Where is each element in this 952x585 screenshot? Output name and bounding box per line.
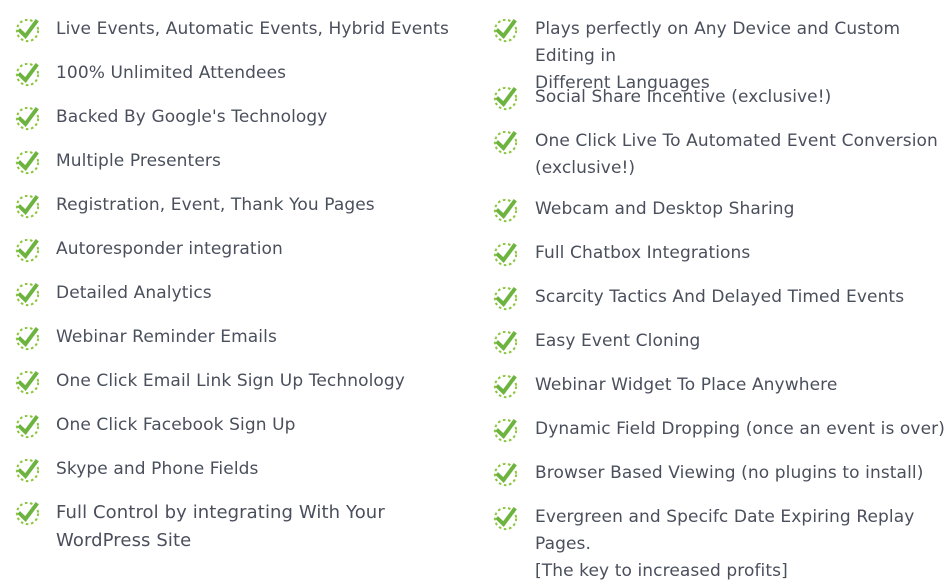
feature-item-label: Social Share Incentive (exclusive!)	[535, 87, 832, 107]
feature-item-label: Browser Based Viewing (no plugins to ins…	[535, 463, 924, 483]
feature-item: Full Chatbox Integrations	[492, 240, 750, 268]
green-check-dashed-circle-icon	[14, 457, 41, 484]
feature-item-label: Easy Event Cloning	[535, 331, 701, 351]
feature-item: Skype and Phone Fields	[14, 456, 259, 484]
feature-item-label: Webinar Reminder Emails	[56, 327, 277, 347]
feature-item-label: Backed By Google's Technology	[56, 107, 328, 127]
green-check-dashed-circle-icon	[492, 285, 519, 312]
feature-item-label: Live Events, Automatic Events, Hybrid Ev…	[56, 19, 449, 39]
green-check-dashed-circle-icon	[492, 85, 519, 112]
feature-item: Social Share Incentive (exclusive!)	[492, 84, 831, 112]
feature-item: Browser Based Viewing (no plugins to ins…	[492, 460, 923, 488]
feature-item-label: Scarcity Tactics And Delayed Timed Event…	[535, 287, 905, 307]
feature-item: Backed By Google's Technology	[14, 104, 327, 132]
green-check-dashed-circle-icon	[14, 413, 41, 440]
feature-item-label: 100% Unlimited Attendees	[56, 63, 287, 83]
feature-item: One Click Facebook Sign Up	[14, 412, 296, 440]
feature-item: Webcam and Desktop Sharing	[492, 196, 795, 224]
green-check-dashed-circle-icon	[492, 461, 519, 488]
green-check-dashed-circle-icon	[492, 417, 519, 444]
green-check-dashed-circle-icon	[14, 369, 41, 396]
feature-item-label: Webcam and Desktop Sharing	[535, 199, 795, 219]
feature-item-label: Detailed Analytics	[56, 283, 212, 303]
feature-item: Detailed Analytics	[14, 280, 212, 308]
feature-item: Webinar Widget To Place Anywhere	[492, 372, 837, 400]
green-check-dashed-circle-icon	[492, 129, 519, 156]
green-check-dashed-circle-icon	[492, 241, 519, 268]
feature-item-label: One Click Email Link Sign Up Technology	[56, 371, 405, 391]
feature-item: Evergreen and Specifc Date Expiring Repl…	[492, 504, 952, 585]
green-check-dashed-circle-icon	[14, 105, 41, 132]
feature-item: One Click Email Link Sign Up Technology	[14, 368, 405, 396]
feature-item-label: Registration, Event, Thank You Pages	[56, 195, 375, 215]
feature-item-label: Autoresponder integration	[56, 239, 283, 259]
feature-item-label: One Click Facebook Sign Up	[56, 415, 296, 435]
feature-item: Scarcity Tactics And Delayed Timed Event…	[492, 284, 904, 312]
feature-item: Full Control by integrating With Your Wo…	[14, 499, 480, 555]
feature-item: Multiple Presenters	[14, 148, 221, 176]
feature-item: Easy Event Cloning	[492, 328, 700, 356]
feature-item-label: Full Control by integrating With Your Wo…	[56, 502, 385, 551]
feature-item-label: Webinar Widget To Place Anywhere	[535, 375, 838, 395]
green-check-dashed-circle-icon	[14, 193, 41, 220]
feature-item-label: Skype and Phone Fields	[56, 459, 259, 479]
feature-list-board: Live Events, Automatic Events, Hybrid Ev…	[0, 0, 952, 581]
green-check-dashed-circle-icon	[492, 373, 519, 400]
feature-item: Webinar Reminder Emails	[14, 324, 277, 352]
feature-item: Dynamic Field Dropping (once an event is…	[492, 416, 945, 444]
feature-item-label: Evergreen and Specifc Date Expiring Repl…	[535, 507, 915, 581]
green-check-dashed-circle-icon	[492, 505, 519, 532]
feature-item: Autoresponder integration	[14, 236, 283, 264]
feature-item-label: Multiple Presenters	[56, 151, 221, 171]
green-check-dashed-circle-icon	[14, 281, 41, 308]
green-check-dashed-circle-icon	[14, 17, 41, 44]
green-check-dashed-circle-icon	[14, 325, 41, 352]
feature-item: Registration, Event, Thank You Pages	[14, 192, 375, 220]
feature-item: Live Events, Automatic Events, Hybrid Ev…	[14, 16, 449, 44]
feature-item-label: One Click Live To Automated Event Conver…	[535, 131, 938, 178]
green-check-dashed-circle-icon	[14, 61, 41, 88]
feature-item: 100% Unlimited Attendees	[14, 60, 286, 88]
green-check-dashed-circle-icon	[14, 500, 41, 527]
green-check-dashed-circle-icon	[14, 237, 41, 264]
green-check-dashed-circle-icon	[492, 17, 519, 44]
green-check-dashed-circle-icon	[14, 149, 41, 176]
feature-item-label: Full Chatbox Integrations	[535, 243, 751, 263]
feature-item-label: Dynamic Field Dropping (once an event is…	[535, 419, 945, 439]
green-check-dashed-circle-icon	[492, 197, 519, 224]
feature-item: One Click Live To Automated Event Conver…	[492, 128, 938, 182]
green-check-dashed-circle-icon	[492, 329, 519, 356]
